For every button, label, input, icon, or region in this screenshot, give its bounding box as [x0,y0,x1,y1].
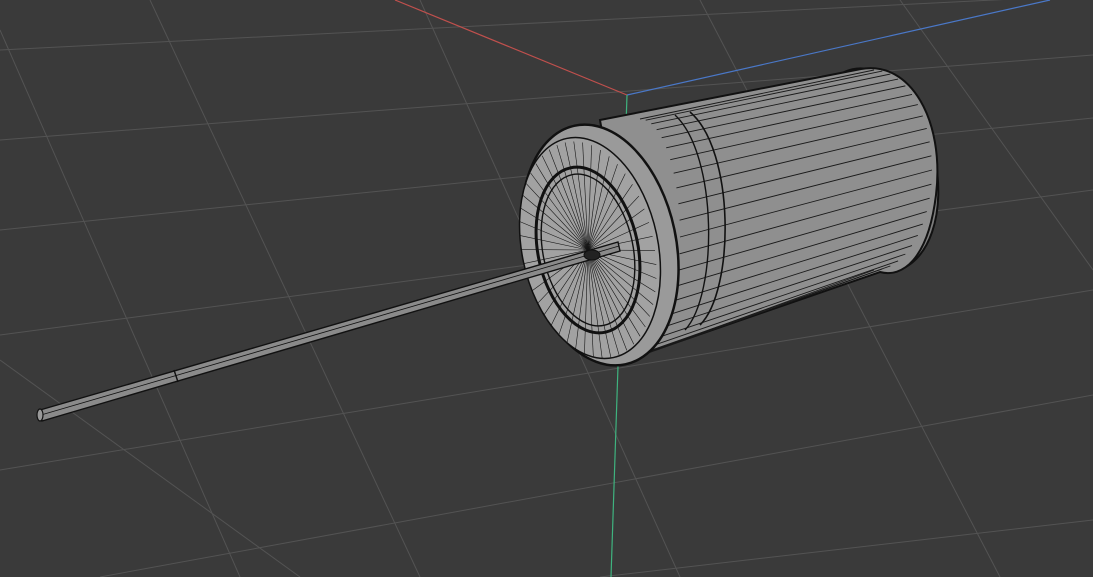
lead-wire-base [583,249,601,261]
3d-viewport[interactable] [0,0,1093,577]
scene-canvas[interactable] [0,0,1093,577]
lead-wire-tip [36,408,44,422]
